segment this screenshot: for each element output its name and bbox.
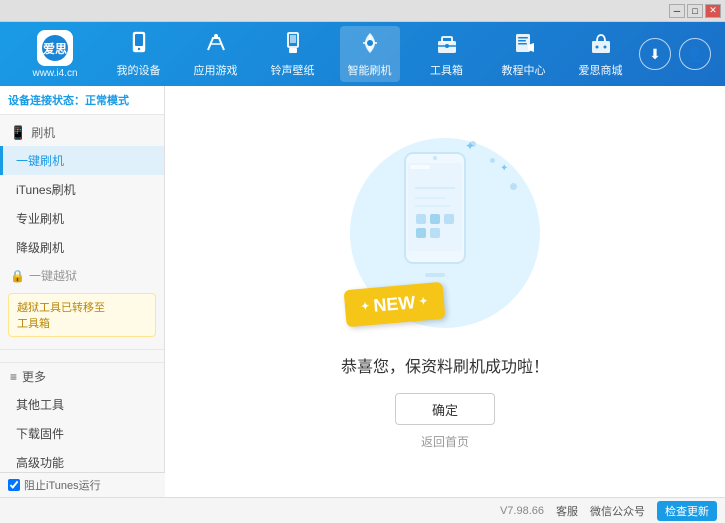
bottom-bar: V7.98.66 客服 微信公众号 检查更新	[0, 497, 725, 523]
customer-service-link[interactable]: 客服	[556, 503, 578, 519]
minimize-button[interactable]: ─	[669, 4, 685, 18]
nav-tutorials[interactable]: 教程中心	[494, 26, 554, 82]
app-games-icon	[203, 30, 229, 60]
my-device-icon	[126, 30, 152, 60]
nav-app-games[interactable]: 应用游戏	[186, 26, 246, 82]
nav-my-device-label: 我的设备	[117, 62, 161, 78]
nav-app-games-label: 应用游戏	[194, 62, 238, 78]
close-button[interactable]: ✕	[705, 4, 721, 18]
sparkle-2	[490, 158, 495, 163]
nav-ringtones[interactable]: 铃声壁纸	[263, 26, 323, 82]
sidebar-divider	[0, 349, 164, 350]
nav-toolbox-label: 工具箱	[430, 62, 463, 78]
maximize-button[interactable]: □	[687, 4, 703, 18]
sidebar-item-one-key-flash[interactable]: 一键刷机	[0, 146, 164, 175]
more-section-header: ≡ 更多	[0, 362, 164, 390]
flash-section-header: 📱 刷机	[0, 119, 164, 146]
sidebar-warning: 越狱工具已转移至 工具箱	[8, 293, 156, 337]
wechat-link[interactable]: 微信公众号	[590, 503, 645, 519]
toolbox-icon	[434, 30, 460, 60]
check-update-button[interactable]: 检查更新	[657, 501, 717, 521]
header: 爱思 www.i4.cn 我的设备 应用	[0, 22, 725, 86]
sparkle-star-1: ✦	[465, 139, 475, 153]
ringtones-icon	[280, 30, 306, 60]
confirm-button[interactable]: 确定	[395, 393, 495, 425]
version-label: V7.98.66	[500, 505, 544, 517]
itunes-status-row: 阻止iTunes运行	[0, 472, 165, 497]
flash-section: 📱 刷机 一键刷机 iTunes刷机 专业刷机 降级刷机 🔒 一键越狱 越狱工具…	[0, 115, 164, 345]
download-button[interactable]: ⬇	[639, 38, 671, 70]
logo-text: www.i4.cn	[32, 68, 77, 79]
sidebar-item-download-firmware[interactable]: 下载固件	[0, 419, 164, 448]
sidebar-item-downgrade-flash[interactable]: 降级刷机	[0, 233, 164, 262]
phone-icon: 📱	[10, 125, 26, 141]
success-text: 恭喜您，保资料刷机成功啦！	[341, 353, 549, 377]
main-area: 设备连接状态：正常模式 📱 刷机 一键刷机 iTunes刷机 专业刷机 降级刷机…	[0, 86, 725, 497]
sparkle-star-2: ✦	[500, 163, 508, 174]
nav-smart-flash-label: 智能刷机	[348, 62, 392, 78]
logo-area: 爱思 www.i4.cn	[10, 30, 100, 79]
flash-section-label: 刷机	[31, 124, 55, 141]
nav-mall[interactable]: 爱思商城	[571, 26, 631, 82]
nav-toolbox[interactable]: 工具箱	[417, 26, 477, 82]
sparkle-3	[510, 183, 517, 190]
more-icon: ≡	[10, 370, 17, 384]
sidebar-item-pro-flash[interactable]: 专业刷机	[0, 204, 164, 233]
phone-illustration: NEW ✦ ✦	[335, 133, 555, 333]
device-status-label: 设备连接状态：	[8, 95, 85, 107]
nav-mall-label: 爱思商城	[579, 62, 623, 78]
header-right: ⬇ 👤	[639, 38, 715, 70]
sidebar-locked-item: 🔒 一键越狱	[0, 262, 164, 289]
sidebar-item-itunes-flash[interactable]: iTunes刷机	[0, 175, 164, 204]
device-status: 设备连接状态：正常模式	[0, 86, 164, 115]
content-area: NEW ✦ ✦ 恭喜您，保资料刷机成功啦！ 确定 返回首页	[165, 86, 725, 497]
nav-smart-flash[interactable]: 智能刷机	[340, 26, 400, 82]
bottom-right: V7.98.66 客服 微信公众号 检查更新	[500, 501, 717, 521]
device-status-value: 正常模式	[85, 95, 129, 107]
smart-flash-icon	[357, 30, 383, 60]
lock-icon: 🔒	[10, 269, 25, 283]
itunes-checkbox[interactable]	[8, 479, 20, 491]
mall-icon	[588, 30, 614, 60]
sidebar-item-other-tools[interactable]: 其他工具	[0, 390, 164, 419]
svg-text:爱思: 爱思	[43, 41, 67, 56]
more-section: ≡ 更多 其他工具 下载固件 高级功能	[0, 354, 164, 481]
itunes-status-label: 阻止iTunes运行	[24, 477, 101, 493]
go-home-link[interactable]: 返回首页	[421, 433, 469, 450]
nav-tutorials-label: 教程中心	[502, 62, 546, 78]
sidebar: 设备连接状态：正常模式 📱 刷机 一键刷机 iTunes刷机 专业刷机 降级刷机…	[0, 86, 165, 497]
logo-icon: 爱思	[37, 30, 73, 66]
nav-items: 我的设备 应用游戏 铃声壁纸	[100, 22, 639, 86]
tutorials-icon	[511, 30, 537, 60]
nav-my-device[interactable]: 我的设备	[109, 26, 169, 82]
user-button[interactable]: 👤	[679, 38, 711, 70]
nav-ringtones-label: 铃声壁纸	[271, 62, 315, 78]
title-bar: ─ □ ✕	[0, 0, 725, 22]
